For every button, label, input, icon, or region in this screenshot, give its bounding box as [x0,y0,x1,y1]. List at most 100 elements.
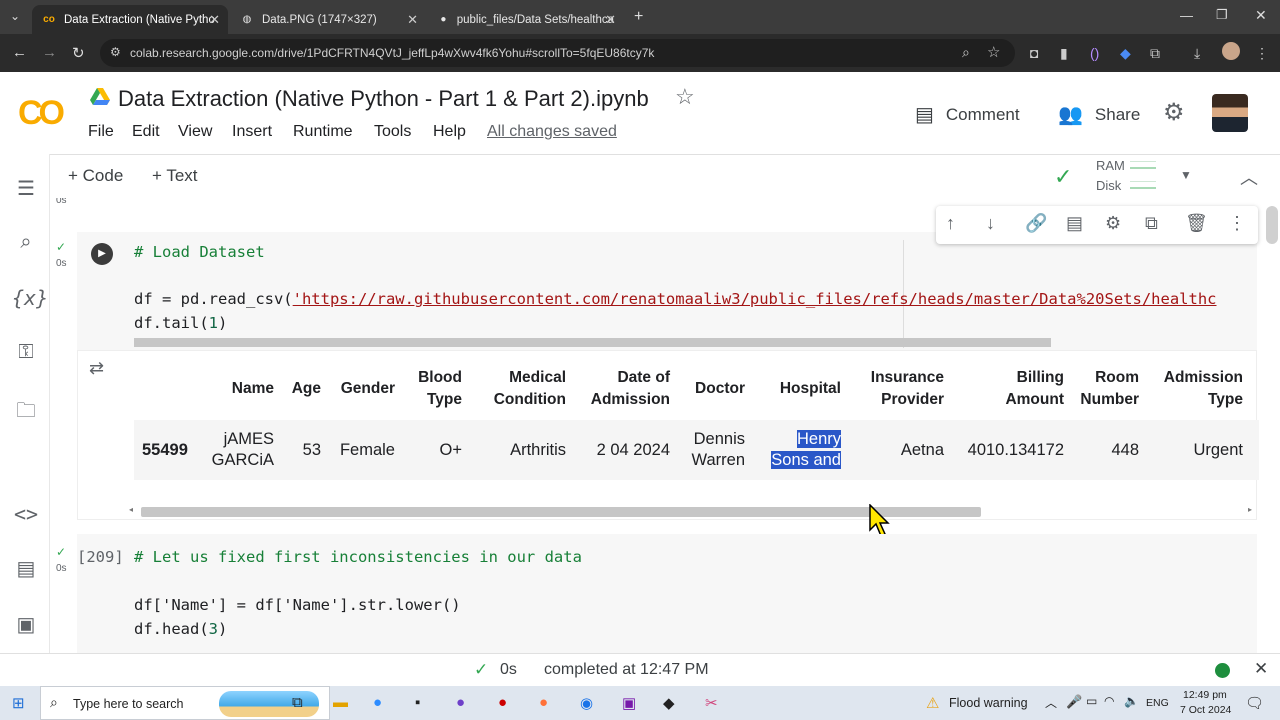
disk-label: Disk [1096,178,1122,193]
reload-icon[interactable]: ↻ [72,44,85,62]
google-drive-icon[interactable] [90,88,110,106]
bookmark-star-icon[interactable]: ☆ [987,43,1000,61]
chrome-icon[interactable]: ◉ [580,694,593,712]
back-icon[interactable]: ← [12,44,27,61]
close-status-icon[interactable]: ✕ [1254,659,1268,679]
menu-view[interactable]: View [178,123,212,141]
taskbar-search-input[interactable]: ⌕ Type here to search [40,686,330,720]
settings-gear-icon[interactable]: ⚙ [1163,98,1185,127]
minimize-icon[interactable]: — [1180,8,1193,23]
media-app-icon[interactable]: ● [498,694,507,711]
tab-data-png[interactable]: ◍ Data.PNG (1747×327) ✕ [230,5,426,34]
url-string[interactable]: 'https://raw.githubusercontent.com/renat… [293,290,1217,308]
close-icon[interactable]: ✕ [209,12,220,28]
firefox-icon[interactable]: ● [539,694,548,711]
user-avatar[interactable] [1212,94,1248,132]
notebook-toolbar: + Code + Text ✓ RAM Disk ▼ ︿ [50,154,1280,198]
menu-edit[interactable]: Edit [132,123,160,141]
notebook-vertical-scrollbar[interactable] [1266,206,1278,244]
github-app-icon[interactable]: ● [456,694,465,711]
add-code-button[interactable]: + Code [68,166,123,186]
tab-github[interactable]: ● public_files/Data Sets/healthca ✕ [428,5,624,34]
more-options-icon[interactable]: ⋮ [1228,213,1246,234]
tab-colab[interactable]: co Data Extraction (Native Pytho ✕ [32,5,228,34]
menu-file[interactable]: File [88,123,114,141]
more-icon[interactable]: ⋮ [1255,45,1269,62]
code-horizontal-scrollbar[interactable] [134,338,1051,347]
header-label: Medical Condition [493,369,566,408]
terminal-app-icon[interactable]: ▪ [415,694,420,711]
zoom-app-icon[interactable]: ● [373,694,382,711]
windows-start-icon[interactable]: ⊞ [12,694,25,712]
code-snippets-icon[interactable]: <> [12,502,40,526]
run-cell-button[interactable]: ▶ [91,243,113,265]
microphone-icon[interactable]: 🎤 [1066,694,1082,710]
zoom-icon[interactable]: ⌕ [962,44,970,61]
cell-settings-gear-icon[interactable]: ⚙ [1105,213,1121,234]
code-extension-icon[interactable]: () [1090,45,1099,61]
move-down-icon[interactable]: ↓ [986,213,995,234]
delete-trash-icon[interactable]: 🗑 [1185,213,1208,234]
output-horizontal-scrollbar[interactable] [141,507,981,517]
window-close-icon[interactable]: ✕ [1255,7,1267,24]
resources-dropdown-icon[interactable]: ▼ [1180,168,1192,182]
collapse-header-icon[interactable]: ︿ [1240,164,1258,190]
comment-cell-icon[interactable]: ▤ [1066,213,1083,234]
link-icon[interactable]: 🔗 [1025,213,1047,234]
output-actions-icon[interactable]: ⇄ [89,358,104,379]
column-header: Hospital [757,378,841,400]
mirror-cell-icon[interactable]: ⧉ [1145,213,1158,234]
shield-extension-icon[interactable]: ◆ [1120,45,1131,62]
maximize-icon[interactable]: ❐ [1216,7,1228,23]
share-button[interactable]: 👥 Share [1058,102,1140,127]
profile-avatar[interactable] [1222,42,1240,60]
language-indicator[interactable]: ENG [1146,697,1169,709]
menu-runtime[interactable]: Runtime [293,123,353,141]
comment-button[interactable]: ▤ Comment [915,102,1020,127]
add-text-button[interactable]: + Text [152,166,198,186]
save-status[interactable]: All changes saved [487,123,617,141]
scroll-right-icon[interactable]: ▸ [1248,505,1252,514]
command-palette-icon[interactable]: ▤ [12,556,40,581]
task-view-icon[interactable]: ⧉ [292,694,303,711]
new-tab-icon[interactable]: + [634,8,643,26]
tab-list-icon[interactable]: ⌄ [10,9,20,23]
file-explorer-icon[interactable]: ▬ [333,694,348,711]
colab-logo[interactable]: CO [18,94,65,133]
forward-icon[interactable]: → [42,44,57,61]
move-up-icon[interactable]: ↑ [946,213,955,234]
files-folder-icon[interactable]: 🗀 [12,396,40,430]
notebook-title[interactable]: Data Extraction (Native Python - Part 1 … [118,86,649,112]
close-icon[interactable]: ✕ [407,12,418,28]
url-field[interactable]: ⚙ colab.research.google.com/drive/1PdCFR… [100,39,1015,67]
show-hidden-icons[interactable]: ︿ [1045,694,1057,711]
onenote-icon[interactable]: ▣ [622,694,636,712]
notifications-icon[interactable]: 🗨 [1245,694,1264,712]
snipping-tool-icon[interactable]: ✂ [705,694,718,712]
close-icon[interactable]: ✕ [605,12,616,28]
menu-insert[interactable]: Insert [232,123,272,141]
menu-tools[interactable]: Tools [374,123,411,141]
search-icon[interactable]: ⌕ [12,231,40,254]
secrets-key-icon[interactable]: ⚿ [12,341,40,364]
table-of-contents-icon[interactable]: ☰ [12,176,40,201]
terminal-icon[interactable]: ▣ [12,612,40,637]
site-info-icon[interactable]: ⚙ [110,45,121,59]
download-icon[interactable]: ⤓ [1194,45,1200,62]
network-icon[interactable]: ▭ [1086,694,1097,708]
column-header: Date of Admission [576,367,670,411]
volume-icon[interactable]: 🔈 [1124,694,1139,708]
menu-help[interactable]: Help [433,123,466,141]
clock-time[interactable]: 12:49 pm [1183,689,1227,701]
camera-extension-icon[interactable]: ◘ [1030,45,1038,61]
weather-alert[interactable]: Flood warning [949,696,1028,710]
wifi-icon[interactable]: ◠ [1104,694,1114,708]
scroll-left-icon[interactable]: ◂ [129,505,133,514]
puzzle-icon[interactable]: ⧉ [1150,45,1160,62]
extension-icon[interactable]: ▮ [1060,45,1068,62]
app-icon[interactable]: ◆ [663,694,675,712]
cell-hospital[interactable]: Henry Sons and [757,429,841,471]
star-icon[interactable]: ☆ [675,84,695,110]
variables-icon[interactable]: {x} [12,286,48,310]
clock-date[interactable]: 7 Oct 2024 [1180,704,1231,716]
